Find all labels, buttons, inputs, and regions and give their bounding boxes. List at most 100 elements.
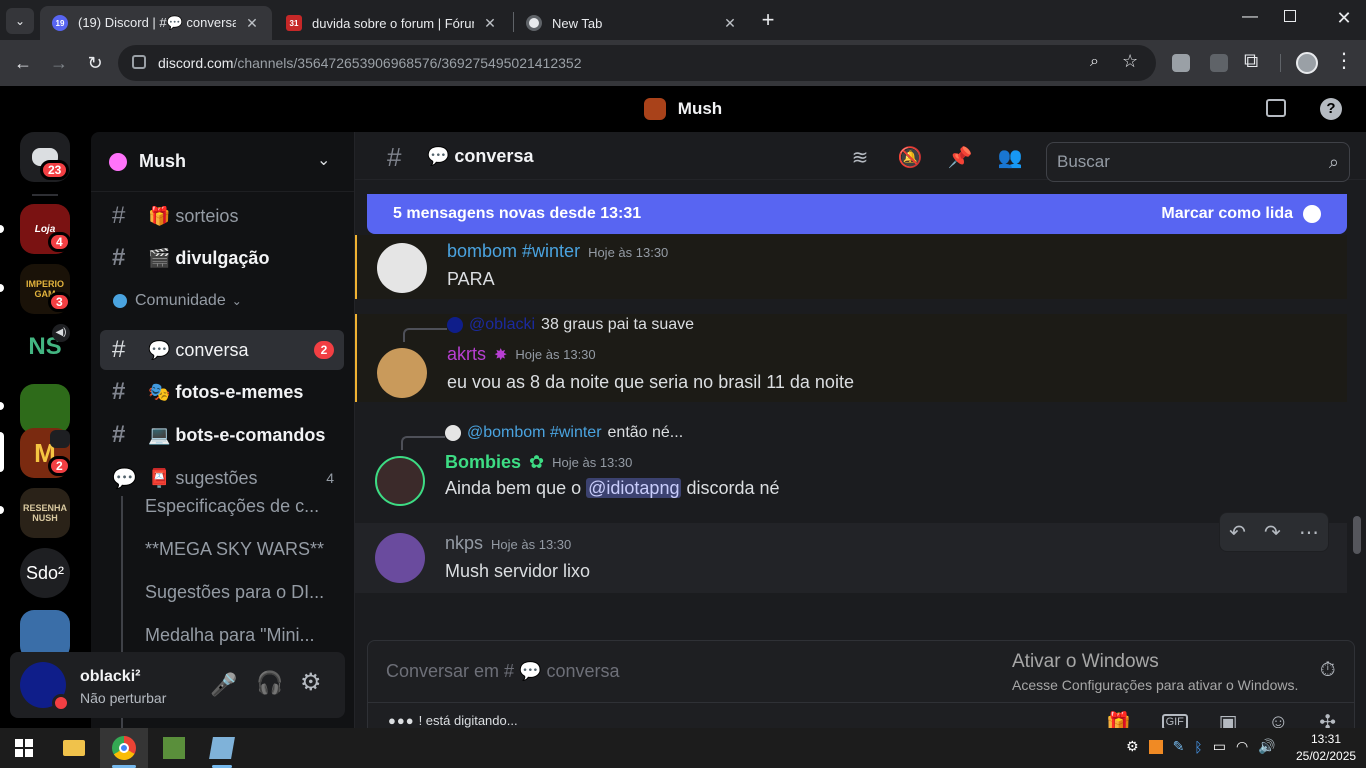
- server-icon[interactable]: RESENHA NUSH: [20, 488, 70, 538]
- hash-icon: #: [112, 336, 126, 363]
- steam-icon[interactable]: ⚙: [1126, 738, 1139, 755]
- thread-item[interactable]: Especificações de c...: [145, 496, 319, 517]
- thread-item[interactable]: **MEGA SKY WARS**: [145, 539, 324, 560]
- notification-bell-icon[interactable]: 🔕: [897, 144, 923, 170]
- reply-spine: [403, 328, 447, 342]
- mark-as-read-button[interactable]: Marcar como lida: [1161, 205, 1321, 223]
- tray-app-icon[interactable]: [1148, 739, 1163, 754]
- block-shape: [163, 737, 185, 759]
- username[interactable]: oblacki²: [80, 668, 140, 686]
- gear-icon[interactable]: ⚙: [300, 668, 322, 697]
- help-icon[interactable]: ?: [1320, 98, 1342, 120]
- pin-icon[interactable]: 📌: [947, 144, 973, 170]
- scrollbar[interactable]: [1353, 516, 1361, 554]
- server-header[interactable]: Mush ⌄: [91, 132, 354, 192]
- bookmark-star-icon[interactable]: ☆: [1122, 51, 1138, 72]
- mute-mic-icon[interactable]: 🎤: [210, 672, 237, 698]
- timer-icon[interactable]: ⏱: [1320, 659, 1336, 682]
- profile-avatar[interactable]: [1296, 52, 1318, 74]
- message-author[interactable]: nkps: [445, 533, 483, 553]
- close-icon[interactable]: ✕: [482, 15, 498, 32]
- minecraft-icon[interactable]: [160, 734, 188, 762]
- forum-channel-item[interactable]: 💬 📮 sugestões 4: [100, 458, 344, 498]
- extension-icon[interactable]: [1210, 54, 1228, 72]
- channel-item[interactable]: # 🎬 divulgação: [100, 238, 344, 278]
- channel-item[interactable]: # 🎭 fotos-e-memes: [100, 372, 344, 412]
- new-messages-bar[interactable]: 5 mensagens novas desde 13:31 Marcar com…: [367, 194, 1347, 234]
- clock[interactable]: 13:31 25/02/2025: [1296, 731, 1356, 765]
- search-icon: ⌕: [1328, 151, 1339, 172]
- member-list-icon[interactable]: 👥: [997, 144, 1023, 170]
- mark-read-icon: [1303, 205, 1321, 223]
- avatar[interactable]: [377, 243, 427, 293]
- forward-button[interactable]: →: [44, 48, 74, 78]
- server-icon[interactable]: [20, 384, 70, 434]
- tab-search-button[interactable]: ⌄: [6, 8, 34, 34]
- tray-app-icon[interactable]: ✎: [1173, 738, 1185, 755]
- message[interactable]: nkps Hoje às 13:30 Mush servidor lixo: [355, 523, 1347, 593]
- tab-discord[interactable]: 19 (19) Discord | #💬 conversa | Mush ✕: [40, 6, 272, 40]
- thread-item[interactable]: Medalha para "Mini...: [145, 625, 314, 646]
- server-icon[interactable]: Sdo²: [20, 548, 70, 598]
- message-author[interactable]: bombom #winter: [447, 241, 580, 261]
- channel-item[interactable]: # 🎁 sorteios: [100, 196, 344, 236]
- more-options-icon[interactable]: ⋯: [1299, 520, 1319, 545]
- site-info-icon[interactable]: [132, 55, 146, 69]
- forward-icon[interactable]: ↷: [1264, 520, 1281, 545]
- message-author[interactable]: Bombies: [445, 452, 521, 473]
- file-explorer-icon[interactable]: [60, 734, 88, 762]
- message-timestamp: Hoje às 13:30: [491, 537, 572, 552]
- message-text-after: discorda né: [686, 478, 780, 498]
- tab-new[interactable]: New Tab ✕: [514, 6, 750, 40]
- reply-author[interactable]: @oblacki: [469, 316, 535, 334]
- message[interactable]: @oblacki 38 graus pai ta suave akrts ✸ H…: [355, 314, 1347, 402]
- close-window-button[interactable]: ✕: [1332, 8, 1356, 32]
- app-icon[interactable]: [208, 734, 236, 762]
- close-icon[interactable]: ✕: [244, 15, 260, 32]
- thread-item[interactable]: Sugestões para o DI...: [145, 582, 324, 603]
- reply-author[interactable]: @bombom #winter: [467, 424, 602, 442]
- windows-taskbar: ⚙ ✎ ᛒ ▭ ◠ 🔊 13:31 25/02/2025: [0, 728, 1366, 768]
- message-author[interactable]: akrts: [447, 344, 486, 365]
- search-input[interactable]: Buscar ⌕: [1046, 142, 1350, 182]
- chrome-taskbar-icon[interactable]: [110, 734, 138, 762]
- channel-item-active[interactable]: # 💬 conversa 2: [100, 330, 344, 370]
- windows-start-icon[interactable]: [10, 734, 38, 762]
- reload-button[interactable]: ↻: [80, 48, 110, 78]
- minimize-button[interactable]: —: [1236, 8, 1264, 32]
- channel-name: 💻 bots-e-comandos: [148, 424, 326, 445]
- back-button[interactable]: ←: [8, 48, 38, 78]
- wifi-icon[interactable]: ◠: [1236, 738, 1248, 755]
- address-bar[interactable]: discord.com/channels/356472653906968576/…: [118, 45, 1156, 81]
- new-tab-button[interactable]: +: [756, 8, 780, 32]
- user-mention[interactable]: @idiotapng: [586, 478, 682, 498]
- search-placeholder: Buscar: [1057, 152, 1110, 171]
- avatar[interactable]: [377, 348, 427, 398]
- zoom-icon[interactable]: ⌕: [1090, 53, 1099, 71]
- threads-icon[interactable]: ≋: [847, 144, 873, 170]
- extension-icon[interactable]: [1172, 54, 1190, 72]
- message[interactable]: bombom #winter Hoje às 13:30 PARA: [355, 235, 1347, 299]
- inbox-icon[interactable]: [1266, 99, 1286, 117]
- maximize-button[interactable]: [1284, 10, 1296, 22]
- chevron-down-icon: ⌄: [231, 294, 242, 308]
- message-actions-toolbar: ↶ ↷ ⋯: [1219, 512, 1329, 552]
- tab-forum[interactable]: 31 duvida sobre o forum | Fórum Mush ✕: [274, 6, 510, 40]
- message[interactable]: @bombom #winter então né... Bombies ✿ Ho…: [355, 422, 1347, 510]
- close-icon[interactable]: ✕: [722, 15, 738, 32]
- menu-kebab-icon[interactable]: ⋮: [1334, 48, 1354, 73]
- message-text: eu vou as 8 da noite que seria no brasil…: [447, 372, 854, 392]
- headphones-icon[interactable]: 🎧: [256, 670, 283, 696]
- puzzle-extensions-icon[interactable]: ⧉: [1244, 50, 1258, 73]
- avatar[interactable]: [375, 456, 425, 506]
- volume-icon[interactable]: 🔊: [1258, 738, 1275, 755]
- avatar[interactable]: [375, 533, 425, 583]
- battery-icon[interactable]: ▭: [1213, 738, 1226, 755]
- server-label: Sdo²: [25, 562, 65, 583]
- reply-icon[interactable]: ↶: [1229, 520, 1246, 545]
- chrome-icon: [526, 15, 542, 31]
- discord-title-bar: Mush ?: [0, 86, 1366, 132]
- category-header[interactable]: Comunidade ⌄: [113, 292, 242, 310]
- bluetooth-icon[interactable]: ᛒ: [1194, 739, 1202, 755]
- channel-item[interactable]: # 💻 bots-e-comandos: [100, 415, 344, 455]
